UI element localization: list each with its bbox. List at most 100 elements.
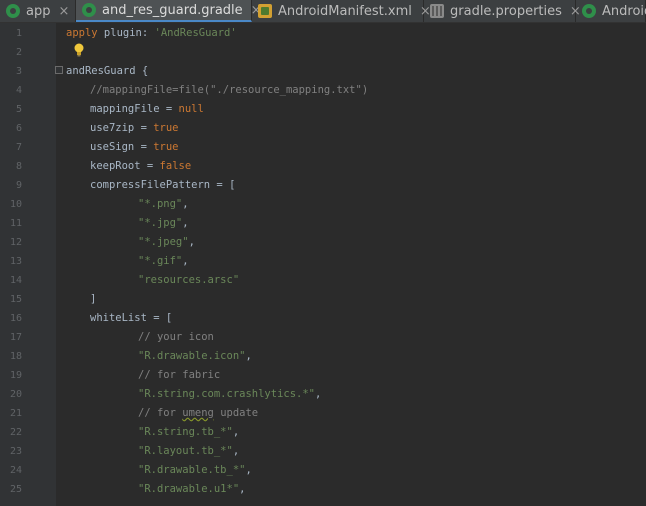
- code-token: ,: [239, 483, 246, 495]
- line-number: 25: [9, 484, 22, 495]
- code-token: "R.drawable.tb_*": [138, 464, 246, 476]
- line-number: 21: [9, 408, 22, 419]
- line-number: 2: [15, 47, 22, 58]
- code-token: keepRoot =: [90, 160, 160, 172]
- line-number: 19: [9, 370, 22, 381]
- tab-label: app: [26, 3, 51, 19]
- code-line-19: // for fabric: [138, 369, 221, 381]
- gradle-icon: [582, 4, 596, 18]
- line-number: 11: [9, 218, 22, 229]
- tab-android[interactable]: Android: [576, 0, 646, 22]
- code-token: 'AndResGuard': [154, 27, 237, 39]
- tab-label: Android: [602, 3, 646, 19]
- tab-app[interactable]: app ×: [0, 0, 76, 22]
- line-number: 7: [15, 142, 22, 153]
- code-token: "R.drawable.icon": [138, 350, 246, 362]
- line-number: 12: [9, 237, 22, 248]
- line-number: 16: [9, 313, 22, 324]
- code-line-4: //mappingFile=file("./resource_mapping.t…: [90, 84, 369, 96]
- gradle-icon: [6, 4, 20, 18]
- lightbulb-icon[interactable]: [74, 43, 84, 57]
- code-token: "R.drawable.u1*": [138, 483, 240, 495]
- line-number: 18: [9, 351, 22, 362]
- code-line-5: mappingFile = null: [90, 100, 204, 119]
- code-line-13: "*.gif",: [138, 252, 189, 271]
- code-token: use7zip =: [90, 122, 154, 134]
- code-token: ,: [182, 255, 189, 267]
- code-token: ,: [245, 350, 252, 362]
- fold-toggle-icon[interactable]: [55, 66, 63, 74]
- code-line-20: "R.string.com.crashlytics.*",: [138, 385, 321, 404]
- code-token: null: [178, 103, 204, 115]
- line-number: 9: [15, 180, 22, 191]
- code-token: umeng: [182, 407, 214, 419]
- code-token: "R.layout.tb_*": [138, 445, 233, 457]
- xml-icon: [258, 4, 272, 18]
- tab-and-res-guard-gradle[interactable]: and_res_guard.gradle ×: [76, 0, 262, 22]
- line-number: 20: [9, 389, 22, 400]
- line-number: 1: [15, 28, 22, 39]
- line-number: 5: [15, 104, 22, 115]
- code-token: apply: [66, 27, 98, 39]
- code-token: false: [159, 160, 192, 172]
- line-number: 17: [9, 332, 22, 343]
- code-line-21: // for umeng update: [138, 404, 258, 423]
- code-line-1: apply plugin: 'AndResGuard': [66, 24, 237, 43]
- code-line-15: ]: [90, 293, 97, 305]
- code-line-22: "R.string.tb_*",: [138, 423, 239, 442]
- code-line-18: "R.drawable.icon",: [138, 347, 252, 366]
- code-line-6: use7zip = true: [90, 119, 179, 138]
- code-line-8: keepRoot = false: [90, 157, 191, 176]
- line-number: 13: [9, 256, 22, 267]
- line-number: 3: [15, 66, 22, 77]
- code-line-25: "R.drawable.u1*",: [138, 480, 245, 499]
- close-icon[interactable]: ×: [58, 4, 69, 19]
- code-token: ,: [232, 445, 240, 457]
- line-number: 15: [9, 294, 22, 305]
- code-token: "R.string.tb_*": [138, 426, 233, 438]
- line-number: 8: [15, 161, 22, 172]
- tab-label: AndroidManifest.xml: [278, 3, 412, 19]
- code-token: update: [213, 407, 259, 419]
- line-number: 22: [9, 427, 22, 438]
- code-line-23: "R.layout.tb_*",: [138, 442, 239, 461]
- code-token: useSign =: [90, 141, 154, 153]
- code-token: ,: [182, 198, 189, 210]
- properties-icon: [430, 4, 444, 18]
- code-token: true: [153, 141, 179, 153]
- code-line-17: // your icon: [138, 331, 214, 343]
- code-line-24: "R.drawable.tb_*",: [138, 461, 252, 480]
- code-line-10: "*.png",: [138, 195, 189, 214]
- line-number: 10: [9, 199, 22, 210]
- editor-tab-bar: app × and_res_guard.gradle × AndroidMani…: [0, 0, 646, 23]
- code-line-9: compressFilePattern = [: [90, 179, 236, 191]
- code-line-7: useSign = true: [90, 138, 179, 157]
- code-token: ,: [232, 426, 240, 438]
- code-token: "*.gif": [138, 255, 183, 267]
- code-token: plugin:: [97, 27, 155, 39]
- code-line-3: andResGuard {: [66, 65, 149, 77]
- tab-gradle-properties[interactable]: gradle.properties ×: [424, 0, 581, 22]
- code-token: ,: [182, 217, 189, 229]
- code-line-12: "*.jpeg",: [138, 233, 195, 252]
- line-number: 24: [9, 465, 22, 476]
- code-token: ,: [245, 464, 252, 476]
- line-number: 4: [15, 85, 22, 96]
- tab-label: and_res_guard.gradle: [102, 2, 243, 18]
- code-token: true: [153, 122, 179, 134]
- line-number: 14: [9, 275, 22, 286]
- code-token: // for: [138, 407, 183, 419]
- line-number: 23: [9, 446, 22, 457]
- gradle-icon: [82, 3, 96, 17]
- tab-android-manifest[interactable]: AndroidManifest.xml ×: [252, 0, 431, 22]
- code-token: ,: [315, 388, 322, 400]
- code-token: mappingFile =: [90, 103, 179, 115]
- code-token: ,: [188, 236, 195, 248]
- tab-label: gradle.properties: [450, 3, 562, 19]
- code-token: "*.jpg": [138, 217, 183, 229]
- code-token: "*.png": [138, 198, 183, 210]
- line-number: 6: [15, 123, 22, 134]
- code-line-16: whiteList = [: [90, 312, 173, 324]
- code-line-11: "*.jpg",: [138, 214, 189, 233]
- code-token: "*.jpeg": [138, 236, 189, 248]
